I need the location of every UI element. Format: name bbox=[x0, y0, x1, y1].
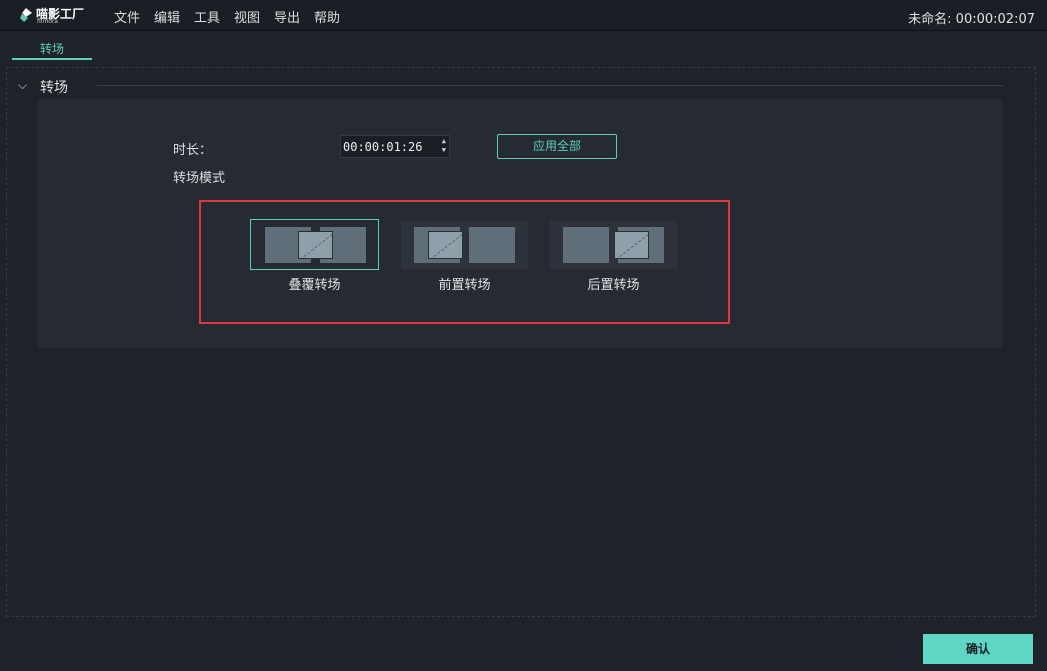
chevron-down-icon[interactable]: ⌵ bbox=[18, 78, 27, 93]
tab-transition[interactable]: 转场 bbox=[12, 40, 92, 60]
mode-postfix-thumb[interactable] bbox=[550, 221, 677, 269]
duration-label: 时长： bbox=[173, 139, 212, 158]
menu-view[interactable]: 视图 bbox=[234, 7, 260, 26]
apply-all-button[interactable]: 应用全部 bbox=[497, 134, 617, 159]
menu-help[interactable]: 帮助 bbox=[314, 7, 340, 26]
confirm-button[interactable]: 确认 bbox=[923, 634, 1033, 664]
mode-overlay-thumb[interactable] bbox=[250, 219, 379, 270]
logo-icon bbox=[20, 8, 32, 22]
spinner-icon[interactable]: ▲▼ bbox=[442, 137, 446, 155]
mode-postfix-label[interactable]: 后置转场 bbox=[549, 274, 678, 293]
mode-label: 转场模式 bbox=[173, 167, 225, 186]
divider bbox=[97, 85, 1003, 86]
menu-edit[interactable]: 编辑 bbox=[154, 7, 180, 26]
menu-tools[interactable]: 工具 bbox=[194, 7, 220, 26]
duration-input[interactable]: 00:00:01:26 ▲▼ bbox=[340, 135, 450, 158]
mode-prefix-label[interactable]: 前置转场 bbox=[400, 274, 529, 293]
mode-prefix-thumb[interactable] bbox=[401, 221, 528, 269]
menu-file[interactable]: 文件 bbox=[114, 7, 140, 26]
title-bar: 喵影工厂 filmora 文件 编辑 工具 视图 导出 帮助 未命名: 00:0… bbox=[0, 0, 1047, 31]
menu-export[interactable]: 导出 bbox=[274, 7, 300, 26]
logo-subtext: filmora bbox=[37, 18, 58, 25]
section-title: 转场 bbox=[40, 77, 68, 97]
mode-overlay-label[interactable]: 叠覆转场 bbox=[250, 274, 379, 293]
project-title: 未命名: 00:00:02:07 bbox=[908, 8, 1035, 27]
duration-value: 00:00:01:26 bbox=[343, 140, 422, 154]
